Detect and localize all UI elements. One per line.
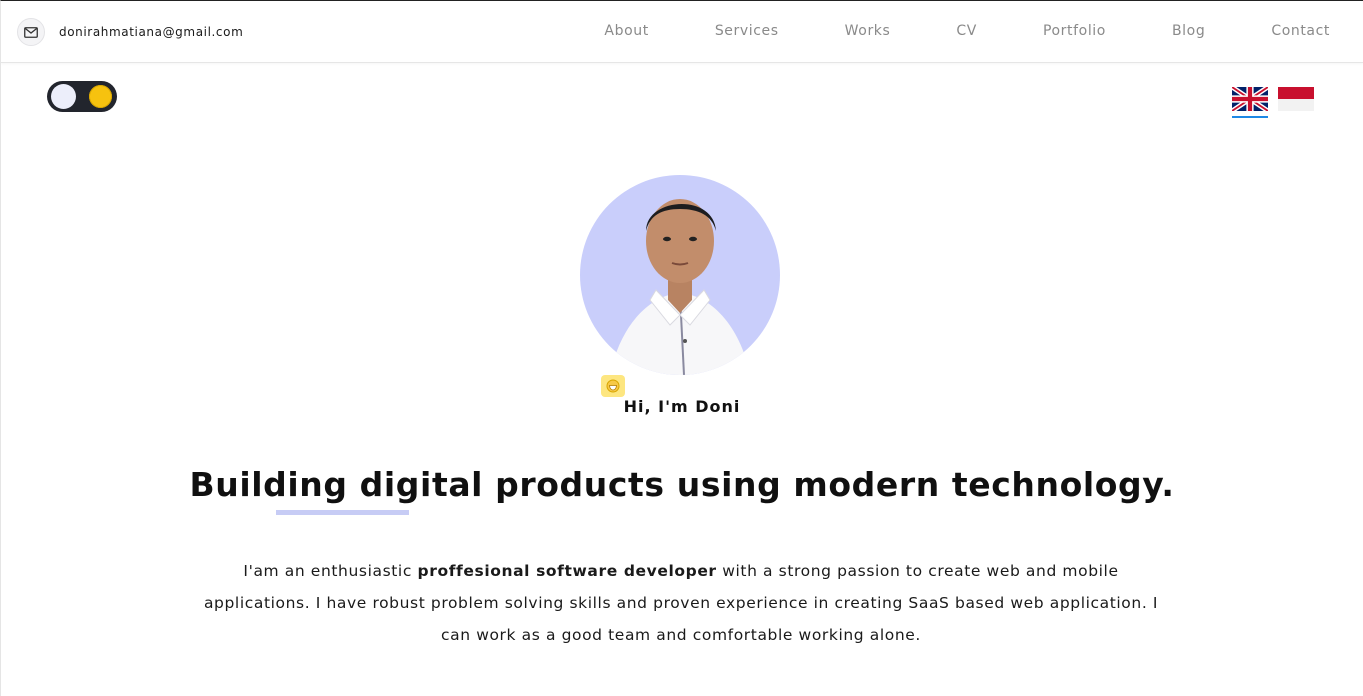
nav-services[interactable]: Services	[715, 23, 779, 39]
nav-contact[interactable]: Contact	[1271, 23, 1330, 39]
language-switcher	[1230, 85, 1314, 118]
indonesia-flag-icon[interactable]	[1278, 87, 1314, 111]
mail-icon	[17, 18, 45, 46]
sun-icon	[89, 85, 112, 108]
nav-portfolio[interactable]: Portfolio	[1043, 23, 1106, 39]
hero-headline: Building digital products using modern t…	[189, 465, 1175, 504]
bio-text-start: I'am an enthusiastic	[243, 562, 418, 580]
smile-emoji-icon	[601, 375, 625, 397]
english-flag-icon[interactable]	[1230, 85, 1270, 118]
moon-icon	[51, 84, 76, 109]
bio-highlight: proffesional software developer	[417, 562, 717, 580]
nav-works[interactable]: Works	[845, 23, 891, 39]
email-text[interactable]: donirahmatiana@gmail.com	[59, 25, 243, 39]
nav-blog[interactable]: Blog	[1172, 23, 1205, 39]
page: donirahmatiana@gmail.com About Services …	[0, 0, 1363, 696]
bio-paragraph: I'am an enthusiastic proffesional softwa…	[201, 555, 1161, 651]
headline-underline	[276, 510, 409, 515]
greeting-text: Hi, I'm Doni	[623, 397, 741, 416]
top-navbar: donirahmatiana@gmail.com About Services …	[1, 1, 1363, 63]
profile-photo	[580, 175, 780, 375]
contact-email[interactable]: donirahmatiana@gmail.com	[17, 18, 243, 46]
theme-toggle[interactable]	[47, 81, 117, 112]
main-nav: About Services Works CV Portfolio Blog C…	[604, 23, 1330, 39]
nav-cv[interactable]: CV	[956, 23, 977, 39]
nav-about[interactable]: About	[604, 23, 648, 39]
